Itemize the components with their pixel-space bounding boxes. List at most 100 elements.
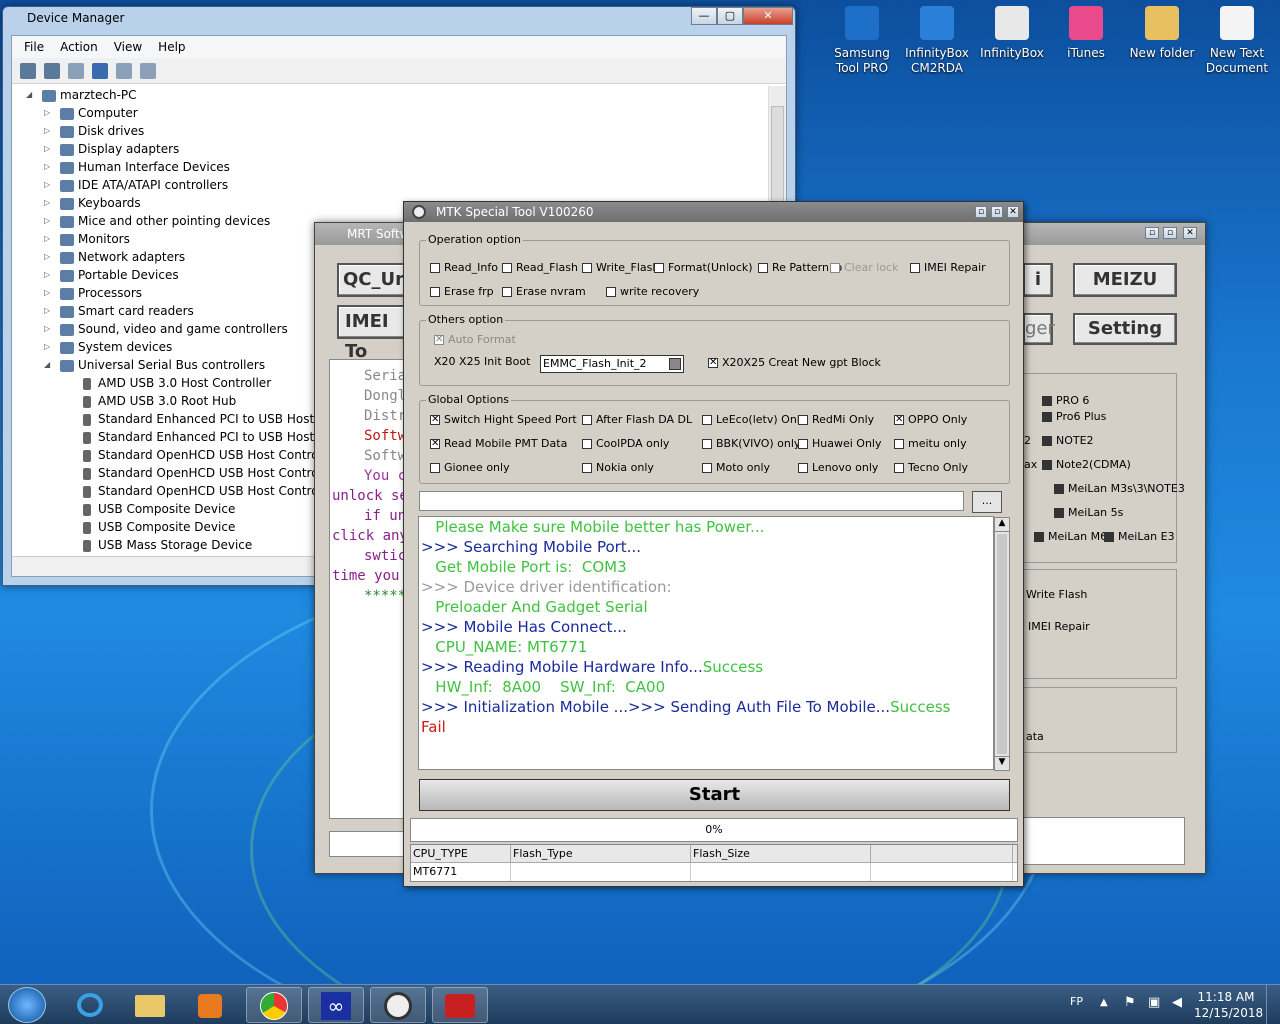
global-option-checkbox[interactable]: OPPO Only <box>894 413 967 427</box>
media-player-taskbar-button[interactable] <box>182 987 238 1023</box>
global-option-checkbox[interactable]: Nokia only <box>582 461 654 475</box>
operation-checkbox[interactable]: Read_Info <box>430 261 498 275</box>
model-checkbox[interactable]: MeiLan M6 <box>1034 530 1107 544</box>
language-indicator[interactable]: FP <box>1070 995 1083 1008</box>
expand-icon[interactable]: ◢ <box>26 86 36 104</box>
menu-item[interactable]: View <box>108 40 148 54</box>
mrt-right-button[interactable]: i <box>1023 263 1053 297</box>
global-option-checkbox[interactable]: LeEco(letv) Only <box>702 413 806 427</box>
model-checkbox[interactable]: MeiLan 5s <box>1054 506 1123 520</box>
expand-icon[interactable]: ▷ <box>44 104 54 122</box>
operation-checkbox[interactable]: Read_Flash <box>502 261 578 275</box>
start-button[interactable]: Start <box>419 779 1010 811</box>
global-option-checkbox[interactable]: Gionee only <box>430 461 510 475</box>
expand-icon[interactable]: ▷ <box>44 158 54 176</box>
operation-checkbox[interactable]: IMEI Repair <box>910 261 986 275</box>
checkbox[interactable] <box>430 413 440 427</box>
model-checkbox[interactable]: PRO 6 <box>1042 394 1089 408</box>
clock[interactable]: 11:18 AM 12/15/2018 <box>1194 989 1263 1021</box>
help-icon[interactable] <box>92 62 108 79</box>
global-option-checkbox[interactable]: Switch Hight Speed Port <box>430 413 577 427</box>
dropdown-icon[interactable] <box>669 358 681 370</box>
operation-checkbox[interactable]: Clear lock <box>830 261 898 275</box>
expand-icon[interactable]: ▷ <box>44 230 54 248</box>
checkbox[interactable] <box>430 437 440 451</box>
expand-icon[interactable]: ▷ <box>44 122 54 140</box>
show-desktop-button[interactable] <box>1266 985 1280 1024</box>
checkbox[interactable] <box>1054 484 1064 494</box>
tree-item[interactable]: ▷ Disk drives <box>12 122 768 140</box>
auto-format-checkbox[interactable]: Auto Format <box>434 333 516 347</box>
maximize-button[interactable]: ▫ <box>1163 227 1177 239</box>
checkbox[interactable] <box>582 439 592 449</box>
tree-item[interactable]: ▷ Computer <box>12 104 768 122</box>
close-button[interactable]: ✕ <box>743 7 793 25</box>
global-option-checkbox[interactable]: meitu only <box>894 437 967 451</box>
tree-item[interactable]: ◢ marztech-PC <box>12 86 768 104</box>
tree-item[interactable]: ▷ Display adapters <box>12 140 768 158</box>
tree-item[interactable]: ▷ Human Interface Devices <box>12 158 768 176</box>
start-orb[interactable] <box>8 987 46 1023</box>
checkbox[interactable] <box>1034 532 1044 542</box>
maximize-button[interactable]: ▢ <box>717 7 743 25</box>
checkbox[interactable] <box>654 263 664 273</box>
checkbox[interactable] <box>1054 508 1064 518</box>
global-option-checkbox[interactable]: BBK(VIVO) only <box>702 437 800 451</box>
checkbox[interactable] <box>502 287 512 297</box>
desktop-icon[interactable]: New folder <box>1124 6 1200 61</box>
toolbox-taskbar-button[interactable] <box>432 987 488 1023</box>
chrome-taskbar-button[interactable] <box>246 987 302 1023</box>
show-hidden-icons[interactable]: ▲ <box>1100 997 1108 1008</box>
minimize-button[interactable]: ▫ <box>975 206 987 218</box>
checkbox[interactable] <box>430 263 440 273</box>
checkbox[interactable] <box>1042 460 1052 470</box>
checkbox[interactable] <box>830 263 840 273</box>
minimize-button[interactable]: ▫ <box>1145 227 1159 239</box>
menu-item[interactable]: Help <box>152 40 191 54</box>
properties-icon[interactable] <box>68 62 84 79</box>
desktop-icon[interactable]: InfinityBox <box>974 6 1050 61</box>
checkbox[interactable] <box>702 463 712 473</box>
expand-icon[interactable]: ▷ <box>44 338 54 356</box>
network-icon[interactable]: ▣ <box>1148 995 1160 1010</box>
model-checkbox[interactable]: NOTE2 <box>1042 434 1094 448</box>
init-boot-select[interactable]: EMMC_Flash_Init_2 <box>540 355 684 373</box>
checkbox[interactable] <box>894 413 904 427</box>
checkbox[interactable] <box>910 263 920 273</box>
explorer-taskbar-button[interactable] <box>122 987 178 1023</box>
log-scrollbar[interactable]: ▲ ▼ <box>994 517 1010 771</box>
operation-checkbox[interactable]: Erase nvram <box>502 285 586 299</box>
meizu-button[interactable]: MEIZU <box>1073 263 1177 297</box>
forward-icon[interactable] <box>44 62 60 79</box>
checkbox[interactable] <box>702 415 712 425</box>
menu-item[interactable]: File <box>18 40 50 54</box>
maximize-button[interactable]: ▫ <box>991 206 1003 218</box>
desktop-icon[interactable]: InfinityBox CM2RDA <box>899 6 975 76</box>
checkbox[interactable] <box>606 287 616 297</box>
checkbox[interactable] <box>798 415 808 425</box>
desktop-icon[interactable]: New Text Document <box>1199 6 1275 76</box>
setting-button[interactable]: Setting <box>1073 313 1177 345</box>
browse-button[interactable]: ... <box>972 491 1002 513</box>
checkbox[interactable] <box>894 439 904 449</box>
desktop-icon[interactable]: iTunes <box>1048 6 1124 61</box>
checkbox[interactable] <box>502 263 512 273</box>
global-option-checkbox[interactable]: Tecno Only <box>894 461 968 475</box>
checkbox[interactable] <box>798 439 808 449</box>
checkbox[interactable] <box>894 463 904 473</box>
mrt-taskbar-button[interactable] <box>370 987 426 1023</box>
checkbox[interactable] <box>1042 396 1052 406</box>
checkbox[interactable] <box>582 415 592 425</box>
expand-icon[interactable]: ◢ <box>44 356 54 374</box>
minimize-button[interactable]: — <box>691 7 717 25</box>
global-option-checkbox[interactable]: Moto only <box>702 461 770 475</box>
global-option-checkbox[interactable]: Huawei Only <box>798 437 882 451</box>
expand-icon[interactable]: ▷ <box>44 284 54 302</box>
global-option-checkbox[interactable]: Read Mobile PMT Data <box>430 437 567 451</box>
back-icon[interactable] <box>20 62 36 79</box>
update-driver-icon[interactable] <box>116 62 132 79</box>
ie-taskbar-button[interactable] <box>62 987 118 1023</box>
model-checkbox[interactable]: MeiLan M3s\3\NOTE3 <box>1054 482 1185 496</box>
operation-checkbox[interactable]: Erase frp <box>430 285 494 299</box>
operation-checkbox[interactable]: Write_Flash <box>582 261 659 275</box>
